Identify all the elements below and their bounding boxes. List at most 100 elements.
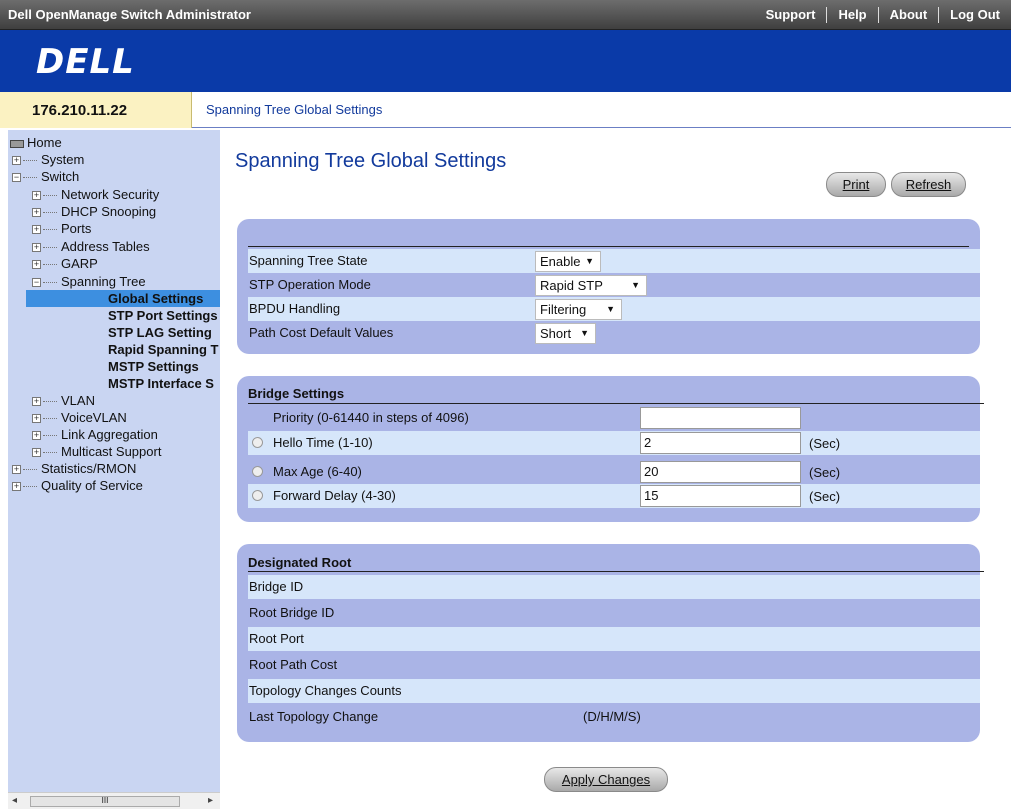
expand-icon[interactable]: + — [32, 448, 41, 458]
tree-item-statistics-rmon[interactable]: + Statistics/RMON — [12, 460, 136, 477]
max-age-input[interactable]: 20 — [640, 461, 801, 483]
top-bar: Dell OpenManage Switch Administrator Sup… — [0, 0, 1011, 30]
tree-item-link-aggregation[interactable]: + Link Aggregation — [32, 426, 158, 443]
tree-item-voicevlan[interactable]: + VoiceVLAN — [32, 409, 127, 426]
tree-item-quality-of-service[interactable]: + Quality of Service — [12, 477, 143, 494]
scroll-thumb[interactable]: III — [30, 796, 180, 807]
label-stp-operation-mode: STP Operation Mode — [249, 277, 371, 292]
row-priority: Priority (0-61440 in steps of 4096) — [248, 406, 980, 430]
row-stp-operation-mode: STP Operation Mode Rapid STP ▼ — [248, 273, 980, 297]
expand-icon[interactable]: + — [32, 225, 41, 235]
tree-item-vlan[interactable]: + VLAN — [32, 392, 95, 409]
forward-delay-input[interactable]: 15 — [640, 485, 801, 507]
label-topology-changes-counts: Topology Changes Counts — [249, 683, 402, 698]
tree-item-address-tables[interactable]: + Address Tables — [32, 238, 150, 255]
breadcrumb[interactable]: Spanning Tree Global Settings — [206, 102, 382, 117]
collapse-icon[interactable]: − — [32, 278, 41, 288]
row-forward-delay: Forward Delay (4-30) 15 (Sec) — [248, 484, 980, 508]
hello-time-radio[interactable] — [252, 437, 263, 448]
sidebar-horizontal-scrollbar[interactable]: ◂ III ▸ — [8, 792, 220, 809]
tree-label: Home — [27, 135, 62, 150]
expand-icon[interactable]: + — [32, 243, 41, 253]
scroll-left-icon[interactable]: ◂ — [12, 795, 17, 806]
designated-root-panel: Designated Root Bridge ID Root Bridge ID… — [237, 544, 984, 742]
label-max-age: Max Age (6-40) — [273, 464, 362, 479]
tree-label: Address Tables — [61, 239, 150, 254]
logout-link[interactable]: Log Out — [938, 7, 1011, 23]
tree-item-mstp-settings[interactable]: MSTP Settings — [108, 358, 199, 375]
max-age-unit: (Sec) — [809, 465, 841, 480]
row-bpdu-handling: BPDU Handling Filtering ▼ — [248, 297, 980, 321]
hello-time-unit: (Sec) — [809, 436, 841, 451]
expand-icon[interactable]: + — [12, 156, 21, 166]
tree-item-stp-port-settings[interactable]: STP Port Settings — [108, 307, 218, 324]
tree-label: STP Port Settings — [108, 308, 218, 323]
tree-label: STP LAG Setting — [108, 325, 212, 340]
tree-item-mstp-interface-settings[interactable]: MSTP Interface S — [108, 375, 214, 392]
tree-item-global-settings[interactable]: Global Settings — [26, 290, 220, 307]
tree-item-switch[interactable]: − Switch — [12, 168, 79, 185]
label-spanning-tree-state: Spanning Tree State — [249, 253, 368, 268]
forward-delay-radio[interactable] — [252, 490, 263, 501]
tree-label: Multicast Support — [61, 444, 162, 459]
tree-label: Rapid Spanning T — [108, 342, 219, 357]
page-title: Spanning Tree Global Settings — [235, 150, 507, 172]
tree-item-ports[interactable]: + Ports — [32, 220, 91, 237]
collapse-icon[interactable]: − — [12, 173, 21, 183]
tree-item-dhcp-snooping[interactable]: + DHCP Snooping — [32, 203, 156, 220]
sidebar-tree: Home + System − Switch + Network Security +… — [8, 130, 220, 809]
row-spanning-tree-state: Spanning Tree State Enable ▼ — [248, 249, 980, 273]
about-link[interactable]: About — [877, 7, 939, 23]
path-cost-default-select[interactable]: Short ▼ — [535, 323, 596, 344]
tree-label: Quality of Service — [41, 478, 143, 493]
row-root-path-cost: Root Path Cost — [248, 653, 980, 677]
brand-bar: DELL — [0, 30, 1011, 92]
tree-item-system[interactable]: + System — [12, 151, 84, 168]
row-max-age: Max Age (6-40) 20 (Sec) — [248, 460, 980, 484]
hello-time-input[interactable]: 2 — [640, 432, 801, 454]
tree-item-garp[interactable]: + GARP — [32, 255, 98, 272]
expand-icon[interactable]: + — [12, 465, 21, 475]
tree-item-spanning-tree[interactable]: − Spanning Tree — [32, 273, 146, 290]
tree-item-rapid-spanning-tree[interactable]: Rapid Spanning T — [108, 341, 219, 358]
apply-changes-button[interactable]: Apply Changes — [544, 767, 668, 792]
tree-item-multicast-support[interactable]: + Multicast Support — [32, 443, 161, 460]
tree-item-home[interactable]: Home — [10, 134, 62, 151]
bridge-settings-heading: Bridge Settings — [248, 386, 345, 401]
expand-icon[interactable]: + — [32, 191, 41, 201]
stp-operation-mode-select[interactable]: Rapid STP ▼ — [535, 275, 647, 296]
last-topology-change-value: (D/H/M/S) — [583, 709, 641, 724]
refresh-button[interactable]: Refresh — [891, 172, 966, 197]
label-forward-delay: Forward Delay (4-30) — [273, 488, 396, 503]
chevron-down-icon: ▼ — [585, 256, 594, 266]
chevron-down-icon: ▼ — [606, 304, 615, 314]
scroll-right-icon[interactable]: ▸ — [208, 795, 213, 806]
help-link[interactable]: Help — [826, 7, 877, 23]
expand-icon[interactable]: + — [32, 208, 41, 218]
global-settings-panel: Spanning Tree State Enable ▼ STP Operatio… — [237, 219, 980, 354]
spanning-tree-state-select[interactable]: Enable ▼ — [535, 251, 601, 272]
label-priority: Priority (0-61440 in steps of 4096) — [273, 410, 469, 425]
tree-item-network-security[interactable]: + Network Security — [32, 186, 159, 203]
label-hello-time: Hello Time (1-10) — [273, 435, 373, 450]
address-bar: 176.210.11.22 Spanning Tree Global Setti… — [0, 92, 1011, 128]
max-age-radio[interactable] — [252, 466, 263, 477]
support-link[interactable]: Support — [755, 7, 827, 23]
chevron-down-icon: ▼ — [631, 280, 640, 290]
label-path-cost-default: Path Cost Default Values — [249, 325, 394, 340]
expand-icon[interactable]: + — [32, 397, 41, 407]
row-root-bridge-id: Root Bridge ID — [248, 601, 980, 625]
expand-icon[interactable]: + — [32, 414, 41, 424]
bpdu-handling-select[interactable]: Filtering ▼ — [535, 299, 622, 320]
tree-label: DHCP Snooping — [61, 204, 157, 219]
priority-input[interactable] — [640, 407, 801, 429]
expand-icon[interactable]: + — [12, 482, 21, 492]
forward-delay-unit: (Sec) — [809, 489, 841, 504]
expand-icon[interactable]: + — [32, 260, 41, 270]
tree-label: System — [41, 152, 85, 167]
tree-item-stp-lag-setting[interactable]: STP LAG Setting — [108, 324, 212, 341]
print-button[interactable]: Print — [826, 172, 886, 197]
tree-label: Link Aggregation — [61, 427, 158, 442]
expand-icon[interactable]: + — [32, 431, 41, 441]
top-links: Support Help About Log Out — [755, 0, 1011, 30]
